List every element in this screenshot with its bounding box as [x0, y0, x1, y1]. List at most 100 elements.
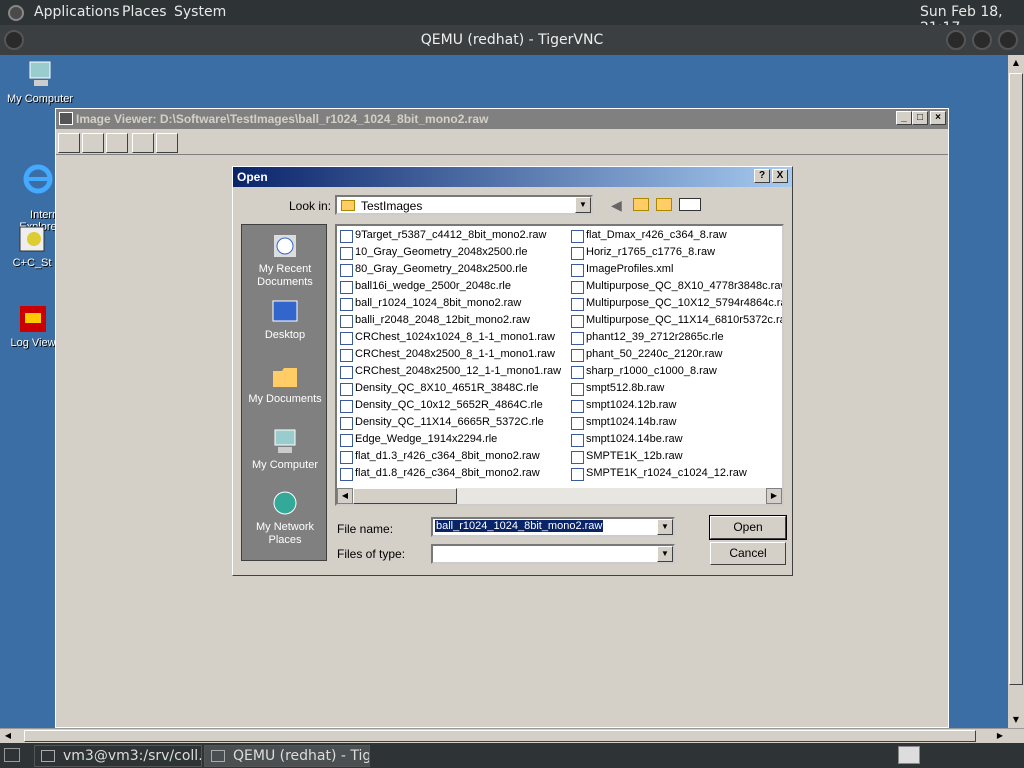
file-type-dropdown[interactable]: ▼	[431, 544, 675, 564]
desktop-icon-label: My Computer	[6, 93, 74, 105]
vnc-close-button[interactable]	[998, 30, 1018, 50]
scroll-up-icon[interactable]: ▲	[1008, 55, 1024, 71]
places-bar: My Recent Documents Desktop My Documents…	[241, 224, 327, 561]
scroll-down-icon[interactable]: ▼	[1008, 712, 1024, 728]
image-viewer-toolbar	[56, 129, 948, 155]
open-folder-tool-icon[interactable]	[58, 133, 80, 153]
open-button[interactable]: Open	[709, 515, 787, 540]
dialog-titlebar[interactable]: Open ? X	[233, 167, 792, 187]
up-folder-icon[interactable]	[633, 198, 649, 211]
scroll-left-icon[interactable]: ◀	[337, 488, 353, 504]
desktop-icon-my-computer[interactable]: My Computer	[0, 59, 80, 105]
settings-tool-icon[interactable]	[132, 133, 154, 153]
taskbar-label: vm3@vm3:/srv/coll...	[63, 748, 202, 764]
terminal-icon	[41, 750, 55, 762]
file-list-item[interactable]: smpt1024.12b.raw	[569, 397, 677, 414]
back-arrow-icon[interactable]: ◀	[611, 197, 622, 214]
file-list-item[interactable]: SMPTE1K_r1024_c1024_12.raw	[569, 465, 747, 482]
file-list-item[interactable]: CRChest_2048x2500_8_1-1_mono1.raw	[338, 346, 555, 363]
file-name-label: File name:	[337, 522, 394, 536]
vnc-horizontal-scrollbar[interactable]: ◀ ▶	[0, 728, 1024, 743]
taskbar-item-terminal[interactable]: vm3@vm3:/srv/coll...	[34, 745, 202, 767]
file-list-item[interactable]: Multipurpose_QC_11X14_6810r5372c.raw	[569, 312, 782, 329]
look-in-dropdown[interactable]: TestImages ▼	[335, 195, 593, 215]
file-list-item[interactable]: Multipurpose_QC_10X12_5794r4864c.raw	[569, 295, 782, 312]
file-list-item[interactable]: CRChest_2048x2500_12_1-1_mono1.raw	[338, 363, 561, 380]
chevron-down-icon[interactable]: ▼	[657, 546, 673, 562]
place-desktop[interactable]: Desktop	[242, 297, 328, 341]
image-viewer-titlebar[interactable]: Image Viewer: D:\Software\TestImages\bal…	[56, 109, 948, 129]
vnc-menu-button[interactable]	[4, 30, 24, 50]
dialog-close-button[interactable]: X	[772, 169, 788, 183]
scrollbar-thumb[interactable]	[353, 488, 457, 504]
vnc-minimize-button[interactable]	[946, 30, 966, 50]
image-viewer-icon	[59, 112, 73, 125]
place-my-documents[interactable]: My Documents	[242, 361, 328, 405]
view-menu-icon[interactable]	[679, 198, 701, 211]
taskbar-item-qemu[interactable]: QEMU (redhat) - Tig...	[204, 745, 370, 767]
application-icon	[16, 223, 48, 255]
vnc-window-title: QEMU (redhat) - TigerVNC	[0, 25, 1024, 55]
file-list-item[interactable]: CRChest_1024x1024_8_1-1_mono1.raw	[338, 329, 555, 346]
place-my-network-places[interactable]: My Network Places	[242, 489, 328, 547]
file-list-item[interactable]: phant12_39_2712r2865c.rle	[569, 329, 724, 346]
gnome-foot-icon[interactable]	[8, 5, 24, 21]
copy-tool-icon[interactable]	[82, 133, 104, 153]
file-list-item[interactable]: SMPTE1K_12b.raw	[569, 448, 683, 465]
file-list-item[interactable]: ball_r1024_1024_8bit_mono2.raw	[338, 295, 521, 312]
file-list-item[interactable]: ball16i_wedge_2500r_2048c.rle	[338, 278, 511, 295]
place-label: Desktop	[264, 329, 306, 341]
file-list-horizontal-scrollbar[interactable]: ◀ ▶	[337, 488, 782, 504]
file-list-item[interactable]: smpt1024.14b.raw	[569, 414, 677, 431]
file-list-item[interactable]: Multipurpose_QC_8X10_4778r3848c.raw	[569, 278, 782, 295]
scroll-right-icon[interactable]: ▶	[766, 488, 782, 504]
close-button[interactable]: ×	[930, 111, 946, 125]
notification-tray-icon[interactable]	[898, 746, 920, 764]
vnc-maximize-button[interactable]	[972, 30, 992, 50]
maximize-button[interactable]: □	[912, 111, 928, 125]
file-list-item[interactable]: sharp_r1000_c1000_8.raw	[569, 363, 717, 380]
info-tool-icon[interactable]	[156, 133, 178, 153]
place-label: My Recent Documents	[257, 263, 313, 288]
show-desktop-icon[interactable]	[4, 748, 20, 762]
vnc-vertical-scrollbar[interactable]: ▲ ▼	[1008, 55, 1024, 728]
my-computer-icon	[270, 427, 300, 457]
chevron-down-icon[interactable]: ▼	[575, 197, 591, 213]
file-list-item[interactable]: 9Target_r5387_c4412_8bit_mono2.raw	[338, 227, 546, 244]
file-list-item[interactable]: flat_d1.8_r426_c364_8bit_mono2.raw	[338, 465, 540, 482]
vertical-scrollbar-thumb[interactable]	[1009, 73, 1023, 685]
file-list-item[interactable]: 10_Gray_Geometry_2048x2500.rle	[338, 244, 527, 261]
cancel-button[interactable]: Cancel	[710, 542, 786, 565]
chevron-down-icon[interactable]: ▼	[657, 519, 673, 535]
menu-system[interactable]: System	[174, 4, 226, 20]
file-list-item[interactable]: Horiz_r1765_c1776_8.raw	[569, 244, 715, 261]
file-list-item[interactable]: Edge_Wedge_1914x2294.rle	[338, 431, 497, 448]
file-list-item[interactable]: ImageProfiles.xml	[569, 261, 673, 278]
new-folder-icon[interactable]	[656, 198, 672, 211]
image-viewer-title: Image Viewer: D:\Software\TestImages\bal…	[76, 112, 489, 126]
file-list-item[interactable]: flat_d1.3_r426_c364_8bit_mono2.raw	[338, 448, 540, 465]
scroll-left-icon[interactable]: ◀	[0, 729, 16, 743]
file-list-item[interactable]: flat_Dmax_r426_c364_8.raw	[569, 227, 727, 244]
file-list-item[interactable]: balli_r2048_2048_12bit_mono2.raw	[338, 312, 530, 329]
file-list-item[interactable]: smpt1024.14be.raw	[569, 431, 683, 448]
folder-icon	[341, 200, 355, 211]
file-list-item[interactable]: Density_QC_10x12_5652R_4864C.rle	[338, 397, 543, 414]
scroll-right-icon[interactable]: ▶	[992, 729, 1008, 743]
place-my-recent-documents[interactable]: My Recent Documents	[242, 231, 328, 289]
horizontal-scrollbar-thumb[interactable]	[24, 730, 976, 742]
zoom-tool-icon[interactable]	[106, 133, 128, 153]
place-my-computer[interactable]: My Computer	[242, 427, 328, 471]
menu-applications[interactable]: Applications	[34, 4, 120, 20]
minimize-button[interactable]: _	[896, 111, 912, 125]
file-list-item[interactable]: 80_Gray_Geometry_2048x2500.rle	[338, 261, 527, 278]
desktop-icon-label: C+C_St	[12, 257, 52, 269]
file-list-item[interactable]: smpt512.8b.raw	[569, 380, 664, 397]
file-list-item[interactable]: phant_50_2240c_2120r.raw	[569, 346, 722, 363]
file-list-item[interactable]: Density_QC_8X10_4651R_3848C.rle	[338, 380, 538, 397]
place-label: My Computer	[251, 459, 319, 471]
file-list-item[interactable]: Density_QC_11X14_6665R_5372C.rle	[338, 414, 544, 431]
file-name-input[interactable]: ball_r1024_1024_8bit_mono2.raw ▼	[431, 517, 675, 537]
menu-places[interactable]: Places	[122, 4, 167, 20]
help-button[interactable]: ?	[754, 169, 770, 183]
